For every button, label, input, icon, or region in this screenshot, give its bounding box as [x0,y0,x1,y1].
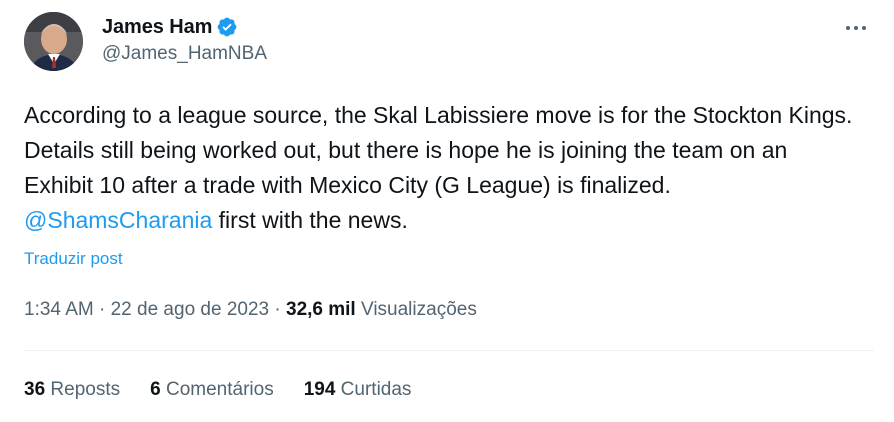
avatar-image [24,12,83,71]
more-options-button[interactable] [840,16,872,40]
likes-count: 194 [303,379,336,400]
reposts-stat[interactable]: 36 Reposts [24,379,120,401]
reposts-count: 36 [24,379,46,400]
comments-label: Comentários [160,379,274,400]
tweet-time[interactable]: 1:34 AM [24,299,94,321]
tweet-header: James Ham @James_HamNBA [24,12,878,76]
meta-separator: · [269,299,286,320]
avatar[interactable] [24,12,83,71]
more-horizontal-icon [846,26,866,30]
comments-stat[interactable]: 6 Comentários [150,379,274,401]
author-display-name[interactable]: James Ham [102,16,212,39]
translate-post-link[interactable]: Traduzir post [24,249,123,269]
tweet-date[interactable]: 22 de ago de 2023 [111,299,270,321]
meta-separator: · [93,299,111,320]
views-count[interactable]: 32,6 mil [286,299,356,321]
reposts-label: Reposts [45,379,121,400]
divider [24,350,874,351]
tweet-meta: 1:34 AM · 22 de ago de 2023 · 32,6 mil V… [24,299,477,321]
verified-badge-icon [216,16,238,38]
mention-link[interactable]: @ShamsCharania [24,207,212,233]
author-handle[interactable]: @James_HamNBA [102,43,267,65]
tweet-text: According to a league source, the Skal L… [24,98,854,238]
tweet-text-body: According to a league source, the Skal L… [24,102,853,198]
likes-stat[interactable]: 194 Curtidas [304,379,412,401]
likes-label: Curtidas [335,379,412,400]
name-row: James Ham [102,14,267,40]
tweet-text-tail: first with the news. [212,207,408,233]
views-label: Visualizações [355,299,477,320]
comments-count: 6 [150,379,161,400]
engagement-stats: 36 Reposts 6 Comentários 194 Curtidas [24,379,441,401]
user-block: James Ham @James_HamNBA [102,14,267,65]
